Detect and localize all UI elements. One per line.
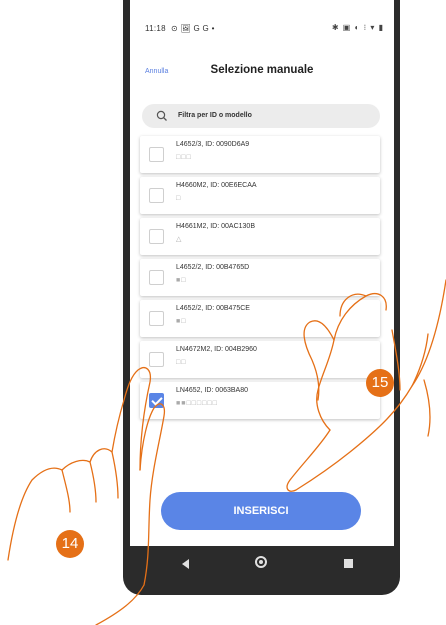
- step-badge-14: 14: [56, 530, 84, 558]
- step-badge-15: 15: [366, 369, 394, 397]
